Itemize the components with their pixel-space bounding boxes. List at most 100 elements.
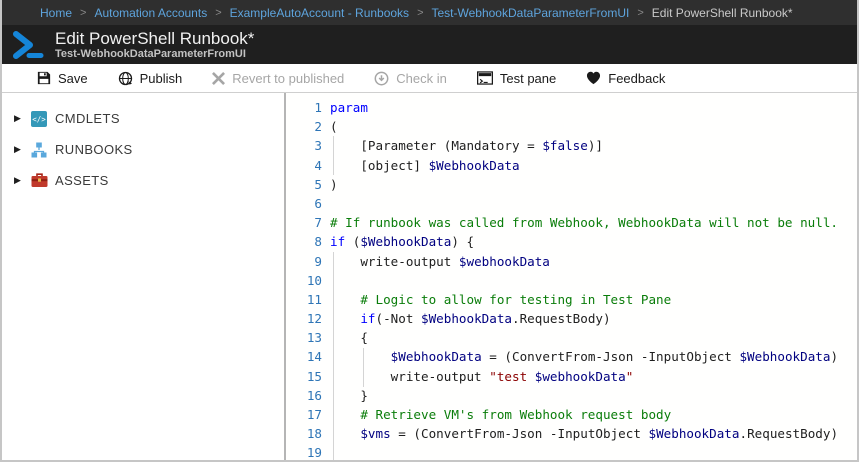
breadcrumb-separator: >	[637, 7, 643, 19]
code-line[interactable]: 16 }	[296, 386, 857, 405]
code-text: [Parameter (Mandatory = $false)]	[330, 136, 603, 155]
line-number: 13	[296, 328, 322, 347]
code-token: "	[626, 369, 634, 384]
breadcrumb-runbook-name[interactable]: Test-WebhookDataParameterFromUI	[432, 6, 630, 20]
code-line[interactable]: 2(	[296, 117, 857, 136]
publish-button[interactable]: Publish	[118, 71, 183, 86]
feedback-button[interactable]: Feedback	[586, 71, 665, 86]
page-header: Edit PowerShell Runbook* Test-WebhookDat…	[2, 25, 857, 64]
line-number: 4	[296, 156, 322, 175]
code-token: write-output	[330, 254, 459, 269]
test-pane-label: Test pane	[500, 71, 556, 86]
revert-to-published-label: Revert to published	[232, 71, 344, 86]
feedback-label: Feedback	[608, 71, 665, 86]
chevron-right-icon[interactable]: ▶	[14, 176, 28, 185]
page-title: Edit PowerShell Runbook*	[55, 29, 254, 48]
code-text: $WebhookData = (ConvertFrom-Json -InputO…	[330, 347, 838, 366]
code-line[interactable]: 19	[296, 443, 857, 460]
code-token: $WebhookData	[421, 311, 512, 326]
sidebar-item-runbooks[interactable]: ▶ RUNBOOKS	[2, 134, 284, 165]
save-button[interactable]: Save	[37, 71, 88, 86]
code-text: write-output $webhookData	[330, 252, 550, 271]
code-token: $webhookData	[459, 254, 550, 269]
code-text: write-output "test $webhookData"	[330, 367, 633, 386]
code-token: )	[830, 349, 838, 364]
code-token	[330, 349, 391, 364]
breadcrumb-current-page: Edit PowerShell Runbook*	[652, 6, 793, 20]
code-line[interactable]: 12 if(-Not $WebhookData.RequestBody)	[296, 309, 857, 328]
save-icon	[37, 71, 51, 85]
breadcrumb-automation-accounts[interactable]: Automation Accounts	[94, 6, 207, 20]
sidebar-item-cmdlets[interactable]: ▶ </> CMDLETS	[2, 103, 284, 134]
code-token: $WebhookData	[429, 158, 520, 173]
line-number: 8	[296, 232, 322, 251]
code-line[interactable]: 15 write-output "test $webhookData"	[296, 367, 857, 386]
code-line[interactable]: 9 write-output $webhookData	[296, 252, 857, 271]
code-line[interactable]: 8 if ($WebhookData) {	[296, 232, 857, 251]
code-text: param	[330, 98, 368, 117]
code-token: }	[330, 388, 368, 403]
code-line[interactable]: 4 [object] $WebhookData	[296, 156, 857, 175]
assets-icon	[30, 173, 48, 189]
code-token: $WebhookData	[360, 234, 451, 249]
code-token: .RequestBody)	[739, 426, 838, 441]
code-line[interactable]: 1param	[296, 98, 857, 117]
code-text: if(-Not $WebhookData.RequestBody)	[330, 309, 611, 328]
code-line[interactable]: 3 [Parameter (Mandatory = $false)]	[296, 136, 857, 155]
breadcrumb-home[interactable]: Home	[40, 6, 72, 20]
sidebar-item-assets[interactable]: ▶ ASSETS	[2, 165, 284, 196]
line-number: 3	[296, 136, 322, 155]
line-number: 18	[296, 424, 322, 443]
code-token: )]	[588, 138, 603, 153]
code-text: if ($WebhookData) {	[330, 232, 474, 251]
test-pane-button[interactable]: Test pane	[477, 71, 556, 86]
chevron-right-icon[interactable]: ▶	[14, 114, 28, 123]
command-bar: Save Publish Revert to published	[2, 64, 857, 93]
code-line[interactable]: 11 # Logic to allow for testing in Test …	[296, 290, 857, 309]
code-token	[330, 311, 360, 326]
main-content: ▶ </> CMDLETS ▶	[2, 93, 857, 460]
publish-icon	[118, 71, 133, 86]
svg-text:</>: </>	[32, 115, 46, 124]
code-token: # Logic to allow for testing in Test Pan…	[360, 292, 671, 307]
chevron-right-icon[interactable]: ▶	[14, 145, 28, 154]
code-line[interactable]: 10	[296, 271, 857, 290]
code-token: = (ConvertFrom-Json -InputObject	[482, 349, 740, 364]
code-token: "test	[489, 369, 535, 384]
breadcrumb-separator: >	[215, 7, 221, 19]
code-line[interactable]: 18 $vms = (ConvertFrom-Json -InputObject…	[296, 424, 857, 443]
code-token: )	[330, 177, 338, 192]
line-number: 17	[296, 405, 322, 424]
line-number: 10	[296, 271, 322, 290]
code-line[interactable]: 6	[296, 194, 857, 213]
code-line[interactable]: 13 {	[296, 328, 857, 347]
revert-to-published-button[interactable]: Revert to published	[212, 71, 344, 86]
code-line[interactable]: 14 $WebhookData = (ConvertFrom-Json -Inp…	[296, 347, 857, 366]
code-token: .RequestBody)	[512, 311, 611, 326]
breadcrumb-separator: >	[417, 7, 423, 19]
code-token: [Parameter (Mandatory =	[330, 138, 542, 153]
indent-guide	[333, 252, 334, 460]
test-pane-icon	[477, 71, 493, 85]
code-line[interactable]: 17 # Retrieve VM's from Webhook request …	[296, 405, 857, 424]
code-text: (	[330, 117, 338, 136]
sidebar-item-label: ASSETS	[55, 173, 109, 188]
check-in-icon	[374, 71, 389, 86]
line-number: 15	[296, 367, 322, 386]
code-line[interactable]: 7# If runbook was called from Webhook, W…	[296, 213, 857, 232]
code-token: if	[360, 311, 375, 326]
code-token: $WebhookData	[739, 349, 830, 364]
sidebar-item-label: CMDLETS	[55, 111, 120, 126]
code-text: }	[330, 386, 368, 405]
code-token: # Retrieve VM's from Webhook request bod…	[360, 407, 671, 422]
code-line[interactable]: 5)	[296, 175, 857, 194]
code-text: # If runbook was called from Webhook, We…	[330, 213, 838, 232]
code-editor[interactable]: 1param2(3 [Parameter (Mandatory = $false…	[286, 93, 857, 460]
cmdlets-icon: </>	[30, 111, 48, 127]
breadcrumb-account-runbooks[interactable]: ExampleAutoAccount - Runbooks	[230, 6, 409, 20]
line-number: 2	[296, 117, 322, 136]
indent-guide	[333, 136, 334, 175]
code-token: (-Not	[376, 311, 422, 326]
check-in-button[interactable]: Check in	[374, 71, 447, 86]
line-number: 16	[296, 386, 322, 405]
